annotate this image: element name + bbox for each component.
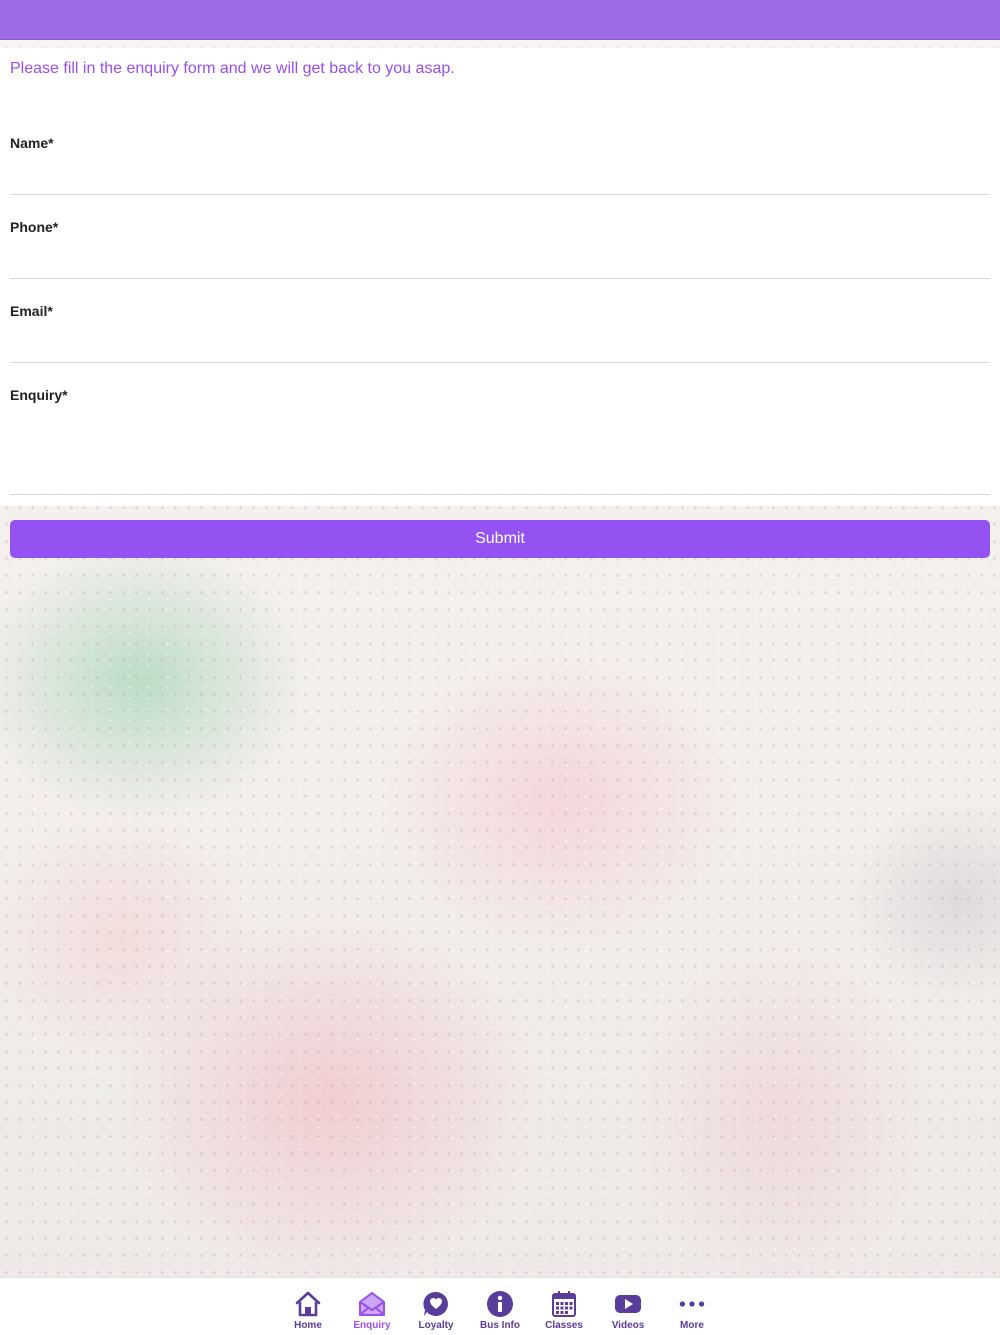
- email-underline: [10, 362, 990, 363]
- more-dots-icon: [678, 1290, 706, 1318]
- tab-more[interactable]: More: [660, 1278, 724, 1335]
- tab-bus-info-label: Bus Info: [480, 1320, 520, 1331]
- heart-bubble-icon: [422, 1290, 450, 1318]
- name-label: Name*: [10, 135, 54, 151]
- email-input[interactable]: [10, 333, 994, 361]
- envelope-open-icon: [358, 1290, 386, 1318]
- tab-bus-info[interactable]: Bus Info: [468, 1278, 532, 1335]
- name-input[interactable]: [10, 165, 994, 193]
- top-header-bar: [0, 0, 1000, 40]
- form-intro-text: Please fill in the enquiry form and we w…: [10, 60, 455, 77]
- phone-label: Phone*: [10, 219, 59, 235]
- tab-home-label: Home: [294, 1320, 322, 1331]
- home-icon: [294, 1290, 322, 1318]
- tab-home[interactable]: Home: [276, 1278, 340, 1335]
- email-label: Email*: [10, 303, 53, 319]
- tab-loyalty-label: Loyalty: [418, 1320, 454, 1331]
- bottom-tab-bar: Home Enquiry Loyalty Bus Info Classes Vi…: [0, 1277, 1000, 1335]
- submit-button-label: Submit: [475, 530, 525, 547]
- tab-enquiry[interactable]: Enquiry: [340, 1278, 404, 1335]
- submit-button[interactable]: Submit: [10, 520, 990, 558]
- tab-classes-label: Classes: [545, 1320, 583, 1331]
- tab-loyalty[interactable]: Loyalty: [404, 1278, 468, 1335]
- calendar-icon: [550, 1290, 578, 1318]
- tab-classes[interactable]: Classes: [532, 1278, 596, 1335]
- tab-enquiry-label: Enquiry: [353, 1320, 391, 1331]
- phone-input[interactable]: [10, 249, 994, 277]
- tab-videos-label: Videos: [611, 1320, 645, 1331]
- enquiry-label: Enquiry*: [10, 387, 68, 403]
- tab-videos[interactable]: Videos: [596, 1278, 660, 1335]
- phone-underline: [10, 278, 990, 279]
- info-icon: [486, 1290, 514, 1318]
- tab-more-label: More: [680, 1320, 704, 1331]
- name-underline: [10, 194, 990, 195]
- enquiry-underline: [10, 494, 990, 495]
- enquiry-textarea[interactable]: [10, 412, 994, 494]
- video-play-icon: [614, 1290, 642, 1318]
